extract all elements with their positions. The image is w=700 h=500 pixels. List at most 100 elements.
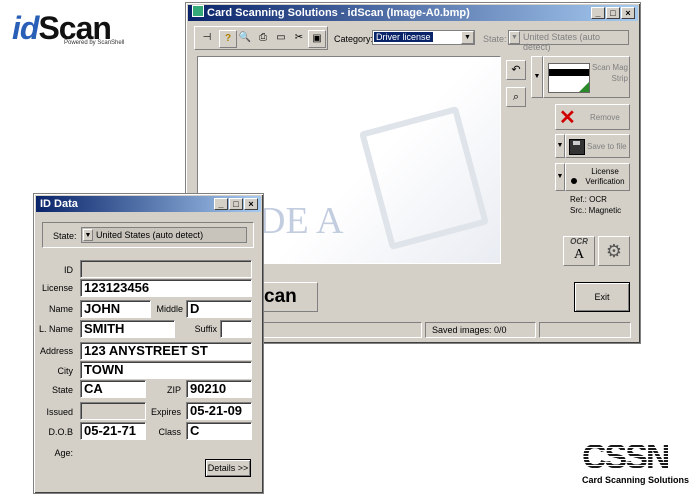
expires-field[interactable]: 05-21-09	[186, 402, 252, 420]
status-cell-3	[539, 322, 631, 338]
scan-options-dropdown[interactable]: ▼	[531, 56, 543, 98]
chevron-down-icon[interactable]: ▼	[83, 229, 93, 241]
minimize-button[interactable]: _	[591, 7, 605, 19]
src-text: Src.: Magnetic	[570, 206, 622, 215]
document-icon	[358, 105, 490, 251]
idscan-banner-text: can	[264, 286, 297, 307]
maximize-button[interactable]: □	[606, 7, 620, 19]
dob-label: D.O.B	[48, 427, 73, 437]
issued-label: Issued	[46, 407, 73, 417]
record-dot-icon	[571, 178, 577, 184]
close-button[interactable]: ×	[621, 7, 635, 19]
suffix-field[interactable]	[220, 320, 252, 338]
license-verification-label: License Verification	[585, 167, 625, 186]
floppy-disk-icon	[569, 139, 585, 155]
save-options-dropdown[interactable]: ▼	[555, 134, 565, 158]
status-saved-images: Saved images: 0/0	[425, 322, 536, 338]
age-label: Age:	[54, 448, 73, 458]
save-to-file-label: Save to file	[587, 142, 627, 151]
city-field[interactable]: TOWN	[80, 361, 252, 379]
remove-button[interactable]: ✕ Remove	[555, 104, 630, 130]
class-label: Class	[158, 427, 181, 437]
issued-field[interactable]	[80, 402, 146, 420]
settings-gear-button[interactable]: ⚙	[598, 236, 630, 266]
category-value: Driver license	[374, 32, 433, 42]
scanner-icon[interactable]: ▭	[272, 30, 290, 48]
id-window-title: ID Data	[40, 198, 78, 210]
main-window-title: Card Scanning Solutions - idScan (Image-…	[207, 7, 470, 19]
card-icon	[548, 63, 590, 93]
status-cell-1	[262, 322, 422, 338]
state-field[interactable]: CA	[80, 380, 146, 398]
lname-label: L. Name	[38, 324, 73, 334]
state-select-main: ▼ United States (auto detect)	[508, 30, 629, 52]
details-label: Details >>	[207, 463, 249, 473]
id-titlebar: ID Data _ □ ×	[36, 196, 261, 212]
ocr-label: OCR	[570, 237, 588, 246]
verification-options-dropdown[interactable]: ▼	[555, 163, 565, 191]
scan-icon[interactable]: ▣	[308, 30, 326, 48]
minimize-button[interactable]: _	[214, 198, 228, 210]
zip-label: ZIP	[166, 385, 181, 395]
license-verification-button[interactable]: License Verification	[565, 163, 630, 191]
logo-powered-by: Powered by ScanShell	[64, 40, 125, 46]
details-button[interactable]: Details >>	[205, 459, 251, 477]
help-icon[interactable]: ?	[219, 30, 237, 48]
cssn-logo: CSSN Card Scanning Solutions	[582, 438, 690, 490]
zoom-icon[interactable]: ⌕	[506, 87, 526, 107]
idscan-banner: can	[261, 282, 318, 312]
gear-icon: ⚙	[605, 241, 623, 261]
license-label: License	[41, 283, 73, 293]
main-titlebar: Card Scanning Solutions - idScan (Image-…	[188, 5, 638, 21]
exit-button[interactable]: Exit	[574, 282, 630, 312]
address-field[interactable]: 123 ANYSTREET ST	[80, 342, 252, 360]
suffix-label: Suffix	[194, 324, 217, 334]
state-value-id: United States (auto detect)	[96, 230, 204, 240]
save-to-file-button[interactable]: Save to file	[565, 134, 630, 158]
ocr-letter-icon: A	[573, 247, 585, 262]
state-value-main: United States (auto detect)	[523, 32, 601, 52]
dob-field[interactable]: 05-21-71	[80, 422, 146, 440]
cssn-mark: CSSN	[582, 438, 670, 476]
state-label-main: State:	[483, 34, 507, 44]
state-label: State	[51, 385, 73, 395]
exit-label: Exit	[594, 292, 610, 302]
city-label: City	[57, 366, 74, 376]
name-label: Name	[48, 304, 73, 314]
scan-mag-strip-label: Scan Mag Strip	[591, 63, 628, 83]
state-select-id[interactable]: ▼ United States (auto detect)	[81, 227, 247, 243]
class-field[interactable]: C	[186, 422, 252, 440]
middle-label: Middle	[156, 304, 183, 314]
id-label: ID	[64, 265, 73, 275]
rotate-icon[interactable]: ↶	[506, 60, 526, 80]
lname-field[interactable]: SMITH	[80, 320, 175, 338]
state-label-id: State:	[53, 231, 77, 241]
close-button[interactable]: ×	[244, 198, 258, 210]
preview-icon[interactable]: 🔍	[236, 30, 254, 48]
address-label: Address	[39, 346, 73, 356]
state-group: State: ▼ United States (auto detect)	[42, 222, 254, 248]
chevron-down-icon[interactable]: ▼	[461, 31, 474, 44]
tools-icon[interactable]: ✂	[290, 30, 308, 48]
pin-icon[interactable]: ⊣	[198, 30, 216, 48]
expires-label: Expires	[150, 407, 181, 417]
middle-field[interactable]: D	[186, 300, 252, 318]
image-watermark: DE A	[258, 200, 344, 242]
maximize-button[interactable]: □	[229, 198, 243, 210]
remove-label: Remove	[590, 113, 620, 122]
scan-mag-strip-button[interactable]: Scan Mag Strip	[543, 56, 630, 98]
name-field[interactable]: JOHN	[80, 300, 151, 318]
ocr-button[interactable]: OCR A	[563, 236, 595, 266]
zip-field[interactable]: 90210	[186, 380, 252, 398]
license-field[interactable]: 123123456	[80, 279, 252, 297]
chevron-down-icon: ▼	[509, 31, 520, 44]
category-select[interactable]: Driver license ▼	[372, 30, 475, 45]
id-field[interactable]	[80, 260, 252, 278]
ref-text: Ref.: OCR	[570, 195, 607, 204]
remove-x-icon: ✕	[559, 107, 576, 129]
id-data-window: ID Data _ □ × State: ▼ United States (au…	[33, 193, 264, 494]
cssn-tagline: Card Scanning Solutions	[582, 475, 690, 485]
category-label: Category:	[334, 34, 374, 44]
print-icon[interactable]: ⎙	[254, 30, 272, 48]
app-icon	[192, 5, 204, 17]
